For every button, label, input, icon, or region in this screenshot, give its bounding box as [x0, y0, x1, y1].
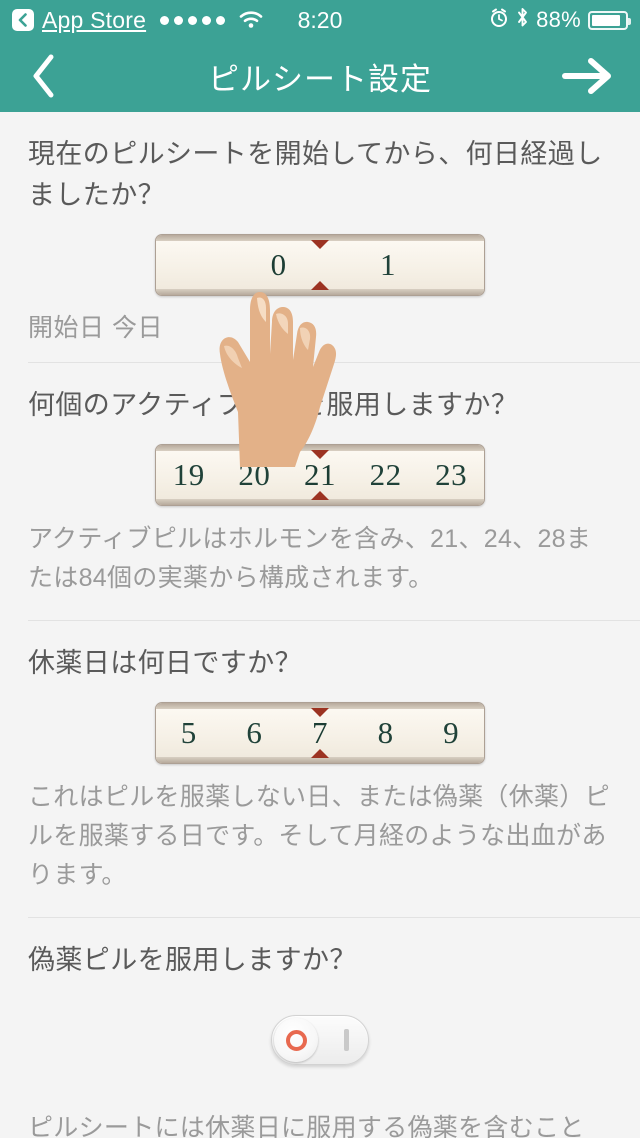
start-date-label: 開始日 今日 — [28, 314, 163, 342]
section-break-days: 休薬日は何日ですか？ 5 6 7 8 9 これはピルを服薬しない日、または偽薬（… — [0, 621, 640, 917]
section-days-since-start: 現在のピルシートを開始してから、何日経過しましたか？ 0 1 2 開始日 今日 — [0, 112, 640, 362]
app-screen: App Store 8:20 88% ピルシート設定 現在のピルシートを開始して… — [0, 0, 640, 1138]
picker-option[interactable]: 0 — [224, 247, 333, 283]
picker-row: 5 6 7 8 9 — [0, 684, 640, 764]
nav-bar: ピルシート設定 — [0, 40, 640, 112]
placebo-pill-toggle[interactable] — [271, 1015, 369, 1065]
days-since-start-picker[interactable]: 0 1 2 — [155, 234, 485, 296]
question-label: 休薬日は何日ですか？ — [28, 648, 302, 678]
nav-back-button[interactable] — [8, 40, 80, 112]
picker-marker-top-icon — [311, 708, 329, 717]
picker-marker-bottom-icon — [311, 749, 329, 758]
picker-marker-top-icon — [311, 450, 329, 459]
toggle-knob[interactable] — [274, 1018, 318, 1062]
power-off-circle-icon — [285, 1029, 307, 1051]
battery-icon — [588, 10, 631, 30]
active-pill-count-picker[interactable]: 19 20 21 22 23 — [155, 444, 485, 506]
question-label: 偽薬ピルを服用しますか？ — [28, 945, 357, 975]
picker-option[interactable]: 20 — [222, 457, 288, 493]
status-bar-right: 88% — [489, 7, 631, 33]
wifi-icon — [239, 11, 263, 29]
picker-option[interactable]: 1 — [333, 247, 442, 283]
picker-option[interactable]: 2 — [443, 247, 484, 283]
picker-row: 19 20 21 22 23 — [0, 426, 640, 506]
break-days-picker[interactable]: 5 6 7 8 9 — [155, 702, 485, 764]
picker-marker-bottom-icon — [311, 491, 329, 500]
signal-dots-icon — [160, 15, 226, 25]
picker-track[interactable]: 5 6 7 8 9 — [156, 715, 484, 751]
alarm-clock-icon — [489, 8, 509, 33]
help-label: ピルシートには休薬日に服用する偽薬を含むこと — [28, 1114, 585, 1138]
picker-option[interactable]: 22 — [353, 457, 419, 493]
picker-track[interactable]: 0 1 2 — [224, 247, 484, 283]
help-label: これはピルを服薬しない日、または偽薬（休薬）ピルを服薬する日です。そして月経のよ… — [28, 783, 610, 889]
toggle-row — [0, 981, 640, 1095]
settings-content: 現在のピルシートを開始してから、何日経過しましたか？ 0 1 2 開始日 今日 … — [0, 112, 640, 1138]
picker-option[interactable]: 8 — [353, 715, 419, 751]
picker-track[interactable]: 19 20 21 22 23 — [156, 457, 484, 493]
picker-option[interactable]: 6 — [222, 715, 288, 751]
question-label: 何個のアクティブピルを服用しますか？ — [28, 390, 519, 420]
bluetooth-icon — [516, 7, 529, 33]
help-label: アクティブピルはホルモンを含み、21、24、28または84個の実薬から構成されま… — [28, 525, 592, 592]
picker-marker-top-icon — [311, 240, 329, 249]
power-on-bar-icon — [344, 1029, 349, 1051]
section-active-pill-count: 何個のアクティブピルを服用しますか？ 19 20 21 22 23 アクティブピ… — [0, 363, 640, 620]
picker-option[interactable]: 5 — [156, 715, 222, 751]
chevron-left-boxed-icon[interactable] — [12, 9, 34, 31]
section-placebo-pill: 偽薬ピルを服用しますか？ ピルシートには休薬日に服用する偽薬を含むこと — [0, 918, 640, 1138]
battery-percent-label: 88% — [536, 7, 581, 32]
picker-option[interactable]: 7 — [287, 715, 353, 751]
picker-option[interactable]: 21 — [287, 457, 353, 493]
question-label: 現在のピルシートを開始してから、何日経過しましたか？ — [28, 139, 603, 210]
picker-option[interactable]: 9 — [418, 715, 484, 751]
status-bar-left: App Store — [12, 7, 263, 34]
status-bar-back-app-label[interactable]: App Store — [42, 7, 146, 34]
nav-forward-button[interactable] — [548, 40, 628, 112]
picker-row: 0 1 2 — [0, 216, 640, 296]
picker-option[interactable]: 23 — [418, 457, 484, 493]
picker-marker-bottom-icon — [311, 281, 329, 290]
page-title: ピルシート設定 — [208, 61, 432, 97]
picker-option[interactable]: 19 — [156, 457, 222, 493]
status-bar: App Store 8:20 88% — [0, 0, 640, 40]
